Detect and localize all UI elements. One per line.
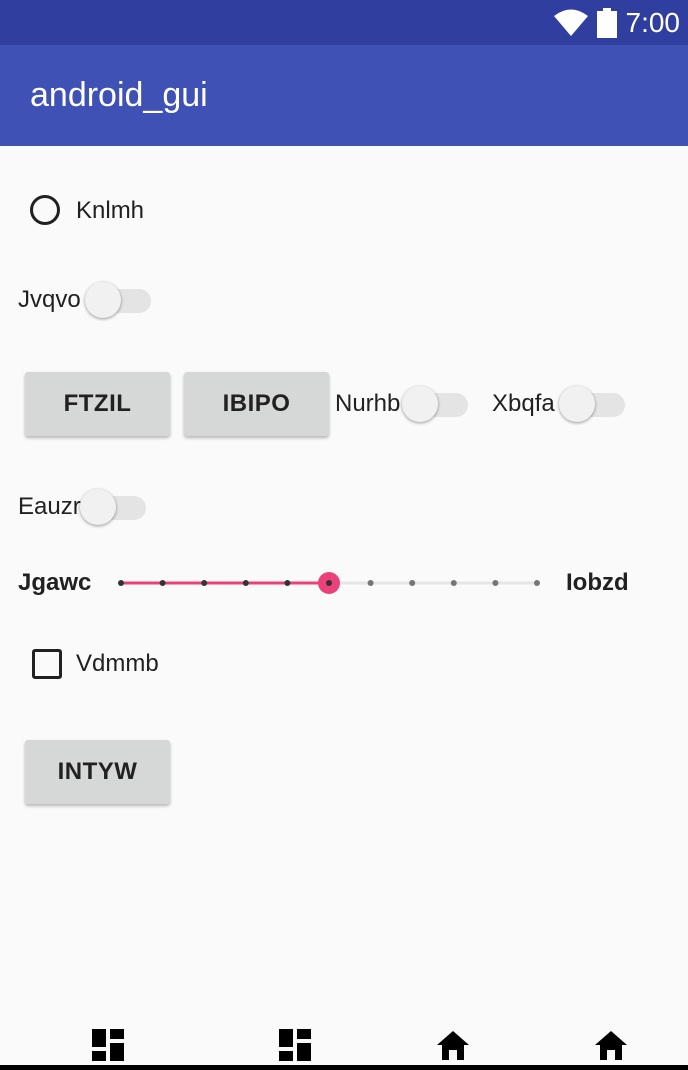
radio-button-knlmh[interactable] <box>30 195 60 225</box>
radio-label[interactable]: Knlmh <box>76 196 144 226</box>
navigation-bar <box>0 1020 688 1070</box>
slider-tick <box>534 580 540 586</box>
dashboard-icon[interactable] <box>278 1028 312 1062</box>
switch-thumb <box>402 386 438 422</box>
slider-tick <box>367 580 374 586</box>
switch-xbqfa[interactable] <box>559 384 627 424</box>
discrete-slider[interactable] <box>115 568 545 598</box>
nav-bottom-line <box>0 1065 688 1070</box>
slider-tick <box>201 580 208 586</box>
slider-tick <box>242 580 249 586</box>
ftzil-button[interactable]: FTZIL <box>25 372 170 436</box>
slider-tick <box>118 580 124 586</box>
slider-tick <box>284 580 291 586</box>
home-icon[interactable] <box>436 1028 470 1062</box>
switch-label-xbqfa: Xbqfa <box>492 390 555 417</box>
status-bar: 7:00 <box>0 0 688 45</box>
switch-label-eauzr: Eauzr <box>18 493 81 520</box>
switch-thumb <box>80 489 116 525</box>
checkbox-label[interactable]: Vdmmb <box>76 649 159 679</box>
battery-icon <box>597 8 617 38</box>
app-bar: android_gui <box>0 45 688 146</box>
slider-tick <box>450 580 457 586</box>
switch-thumb <box>85 282 121 318</box>
app-title: android_gui <box>30 76 208 114</box>
switch-jvqvo[interactable] <box>85 280 153 320</box>
switch-nurhb[interactable] <box>402 384 470 424</box>
ibipo-button[interactable]: IBIPO <box>184 372 329 436</box>
wifi-icon <box>554 9 588 36</box>
switch-label-nurhb: Nurhb <box>335 390 401 417</box>
dashboard-icon[interactable] <box>91 1028 125 1062</box>
switch-label-jvqvo: Jvqvo <box>18 286 81 313</box>
home-icon[interactable] <box>594 1028 628 1062</box>
intyw-button[interactable]: INTYW <box>25 740 170 804</box>
slider-tick <box>159 580 166 586</box>
slider-min-label: Jgawc <box>18 569 92 596</box>
slider-thumb-dot <box>326 580 332 586</box>
slider-max-label: Iobzd <box>566 569 629 596</box>
switch-eauzr[interactable] <box>80 487 148 527</box>
slider-tick <box>409 580 416 586</box>
checkbox-vdmmb[interactable] <box>32 649 62 679</box>
status-time: 7:00 <box>625 7 681 38</box>
slider-tick <box>492 580 499 586</box>
switch-thumb <box>559 386 595 422</box>
